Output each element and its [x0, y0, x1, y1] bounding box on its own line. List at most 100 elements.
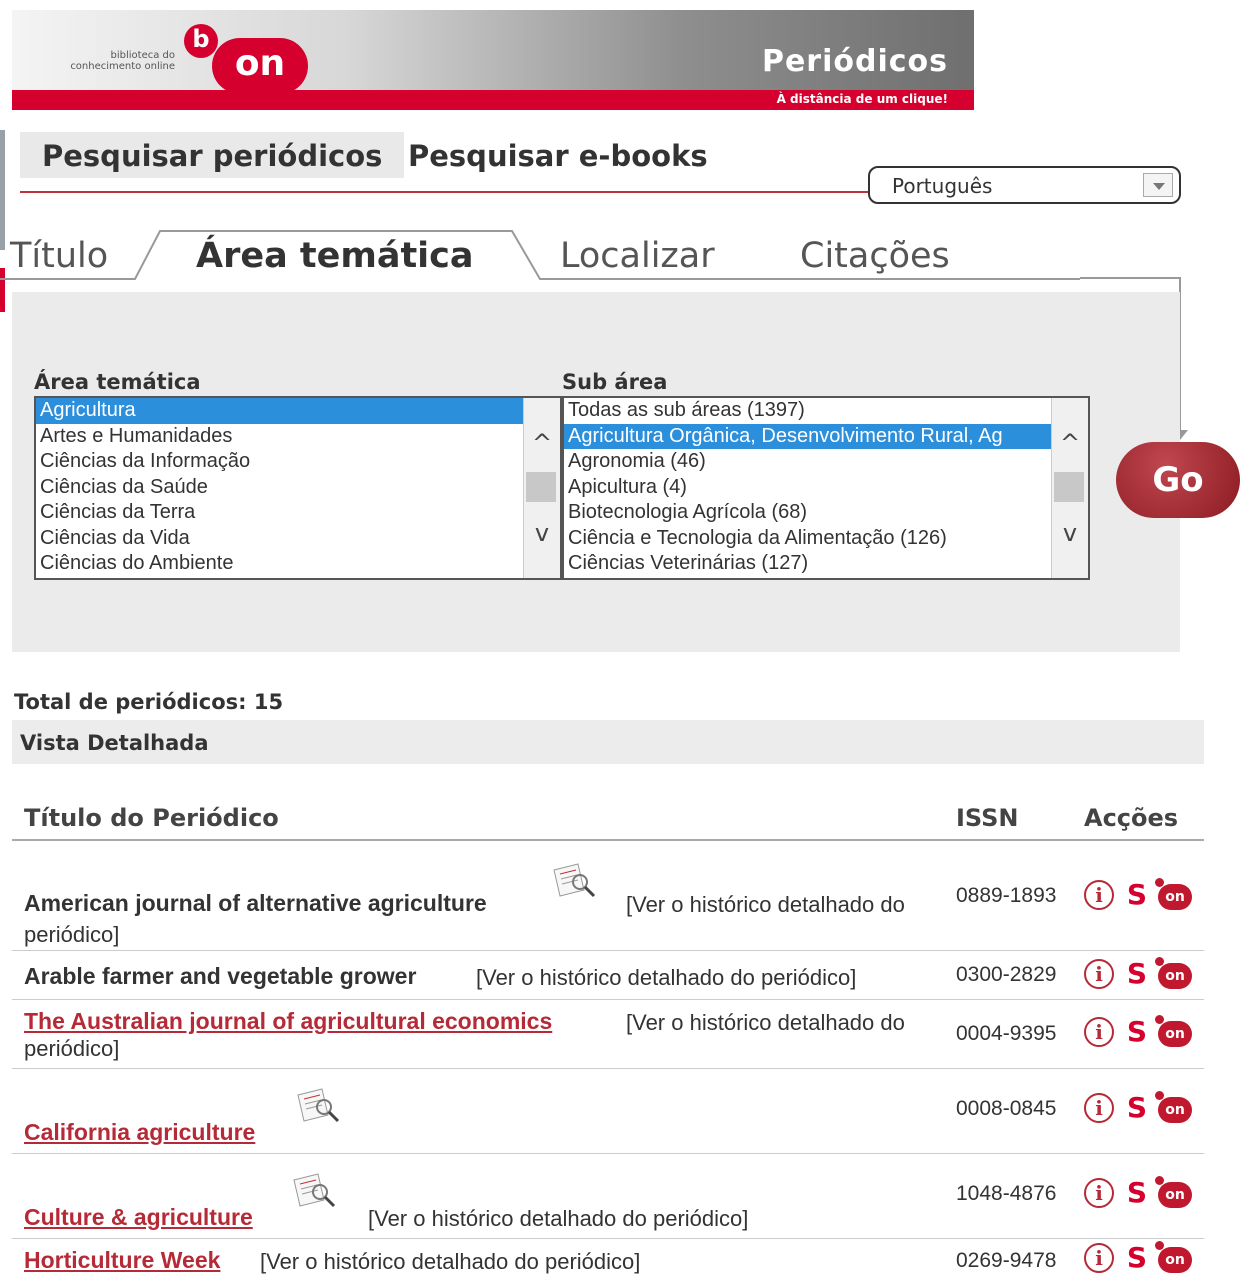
- scroll-up-icon[interactable]: ^: [1059, 431, 1081, 455]
- language-select[interactable]: Português: [868, 166, 1181, 204]
- listbox-option[interactable]: Ciências da Vida: [36, 526, 524, 552]
- listbox-option[interactable]: Ciências da Terra: [36, 500, 524, 526]
- row-actions: i S on: [1084, 878, 1194, 914]
- journal-issn: 0004-9395: [956, 1022, 1057, 1045]
- journal-issn: 1048-4876: [956, 1182, 1057, 1205]
- sfx-icon[interactable]: S: [1122, 1178, 1152, 1208]
- info-icon[interactable]: i: [1084, 1093, 1114, 1123]
- b-on-icon[interactable]: on: [1155, 1176, 1192, 1208]
- header-title[interactable]: Título do Periódico: [24, 804, 279, 832]
- sub-area-listbox[interactable]: Todas as sub áreas (1397) Agricultura Org…: [562, 396, 1090, 580]
- journal-issn: 0269-9478: [956, 1249, 1057, 1272]
- info-icon[interactable]: i: [1084, 1243, 1114, 1273]
- info-icon[interactable]: i: [1084, 1017, 1114, 1047]
- logo-b-mark: b: [184, 24, 218, 58]
- sub-scrollbar[interactable]: ^ v: [1051, 398, 1088, 578]
- b-on-icon[interactable]: on: [1155, 1241, 1192, 1273]
- tab-titulo[interactable]: Título: [10, 236, 108, 276]
- logo-subtitle: biblioteca do conhecimento online: [70, 50, 175, 72]
- listbox-option[interactable]: Ciências da Saúde: [36, 475, 524, 501]
- journal-title-link[interactable]: Horticulture Week: [24, 1247, 220, 1274]
- listbox-option[interactable]: Agronomia (46): [564, 449, 1052, 475]
- journal-title-link[interactable]: California agriculture: [24, 1119, 255, 1146]
- journal-title: Arable farmer and vegetable grower: [24, 963, 417, 989]
- table-row: California agriculture 0008-0845 i S on: [12, 1069, 1204, 1154]
- header-actions: Acções: [1084, 804, 1179, 832]
- b-on-icon[interactable]: on: [1155, 878, 1192, 910]
- table-row: Culture & agriculture [Ver o histórico d…: [12, 1154, 1204, 1239]
- scroll-thumb[interactable]: [1054, 472, 1084, 502]
- sub-list-label: Sub área: [562, 370, 668, 394]
- tab-citacoes[interactable]: Citações: [800, 236, 950, 276]
- header-banner: biblioteca do conhecimento online b on P…: [12, 10, 974, 110]
- history-link[interactable]: [Ver o histórico detalhado do periódico]: [476, 965, 856, 991]
- scroll-up-icon[interactable]: ^: [531, 431, 553, 455]
- listbox-option[interactable]: Ciência e Tecnologia da Alimentação (126…: [564, 526, 1052, 552]
- view-mode-bar: Vista Detalhada: [12, 720, 1204, 764]
- area-scrollbar[interactable]: ^ v: [523, 398, 560, 578]
- listbox-option[interactable]: Agricultura: [36, 398, 524, 424]
- b-on-icon[interactable]: on: [1155, 1015, 1192, 1047]
- journal-issn: 0889-1893: [956, 884, 1057, 907]
- logo-on-mark[interactable]: on: [212, 38, 308, 94]
- row-actions: i S on: [1084, 1241, 1194, 1277]
- banner-tagline: À distância de um clique!: [776, 92, 948, 106]
- document-search-icon[interactable]: [550, 860, 598, 904]
- tab-search-ebooks[interactable]: Pesquisar e-books: [386, 132, 730, 178]
- sfx-icon[interactable]: S: [1122, 1243, 1152, 1273]
- tab-area-tematica[interactable]: Área temática: [196, 236, 474, 276]
- info-icon[interactable]: i: [1084, 880, 1114, 910]
- journal-title: American journal of alternative agricult…: [24, 890, 487, 916]
- table-row: American journal of alternative agricult…: [12, 842, 1204, 951]
- journal-issn: 0008-0845: [956, 1097, 1057, 1120]
- row-actions: i S on: [1084, 1015, 1194, 1051]
- info-icon[interactable]: i: [1084, 959, 1114, 989]
- results-total: Total de periódicos: 15: [14, 690, 284, 714]
- document-search-icon[interactable]: [294, 1085, 342, 1129]
- sfx-icon[interactable]: S: [1122, 1017, 1152, 1047]
- b-on-icon[interactable]: on: [1155, 1091, 1192, 1123]
- go-button[interactable]: Go: [1116, 442, 1240, 518]
- tab-search-journals[interactable]: Pesquisar periódicos: [20, 132, 405, 178]
- history-link[interactable]: [Ver o histórico detalhado do: [626, 1010, 905, 1036]
- header-issn[interactable]: ISSN: [956, 804, 1019, 832]
- table-row: Horticulture Week [Ver o histórico detal…: [12, 1239, 1204, 1280]
- tab-localizar[interactable]: Localizar: [560, 236, 715, 276]
- history-link-continued[interactable]: periódico]: [24, 922, 119, 948]
- language-value: Português: [892, 174, 993, 198]
- row-actions: i S on: [1084, 1091, 1194, 1127]
- chevron-down-icon[interactable]: [1143, 173, 1173, 197]
- scroll-down-icon[interactable]: v: [1059, 521, 1081, 545]
- banner-title: Periódicos: [761, 44, 948, 79]
- listbox-option[interactable]: Ciências do Ambiente: [36, 551, 524, 577]
- area-list-label: Área temática: [34, 370, 201, 394]
- history-link[interactable]: [Ver o histórico detalhado do: [626, 892, 905, 918]
- journal-title-link[interactable]: The Australian journal of agricultural e…: [24, 1008, 552, 1035]
- info-icon[interactable]: i: [1084, 1178, 1114, 1208]
- header-divider: [12, 839, 1204, 841]
- row-actions: i S on: [1084, 957, 1194, 993]
- listbox-option[interactable]: Biotecnologia Agrícola (68): [564, 500, 1052, 526]
- sfx-icon[interactable]: S: [1122, 880, 1152, 910]
- listbox-option[interactable]: Apicultura (4): [564, 475, 1052, 501]
- scroll-thumb[interactable]: [526, 472, 556, 502]
- journal-title-link[interactable]: Culture & agriculture: [24, 1204, 253, 1231]
- area-listbox[interactable]: Agricultura Artes e Humanidades Ciências d…: [34, 396, 562, 580]
- listbox-option[interactable]: Ciências da Informação: [36, 449, 524, 475]
- document-search-icon[interactable]: [290, 1170, 338, 1214]
- listbox-option[interactable]: Ciências Veterinárias (127): [564, 551, 1052, 577]
- listbox-option[interactable]: Agricultura Orgânica, Desenvolvimento Ru…: [564, 423, 1052, 449]
- b-on-icon[interactable]: on: [1155, 957, 1192, 989]
- listbox-option[interactable]: Todas as sub áreas (1397): [564, 398, 1052, 424]
- table-row: The Australian journal of agricultural e…: [12, 1000, 1204, 1069]
- history-link[interactable]: [Ver o histórico detalhado do periódico]: [260, 1249, 640, 1275]
- table-row: Arable farmer and vegetable grower [Ver …: [12, 951, 1204, 1000]
- journal-issn: 0300-2829: [956, 963, 1057, 986]
- scroll-down-icon[interactable]: v: [531, 521, 553, 545]
- history-link[interactable]: [Ver o histórico detalhado do periódico]: [368, 1206, 748, 1232]
- view-mode-label: Vista Detalhada: [20, 731, 209, 755]
- listbox-option[interactable]: Artes e Humanidades: [36, 424, 524, 450]
- sfx-icon[interactable]: S: [1122, 959, 1152, 989]
- sfx-icon[interactable]: S: [1122, 1093, 1152, 1123]
- history-link-continued[interactable]: periódico]: [24, 1036, 119, 1062]
